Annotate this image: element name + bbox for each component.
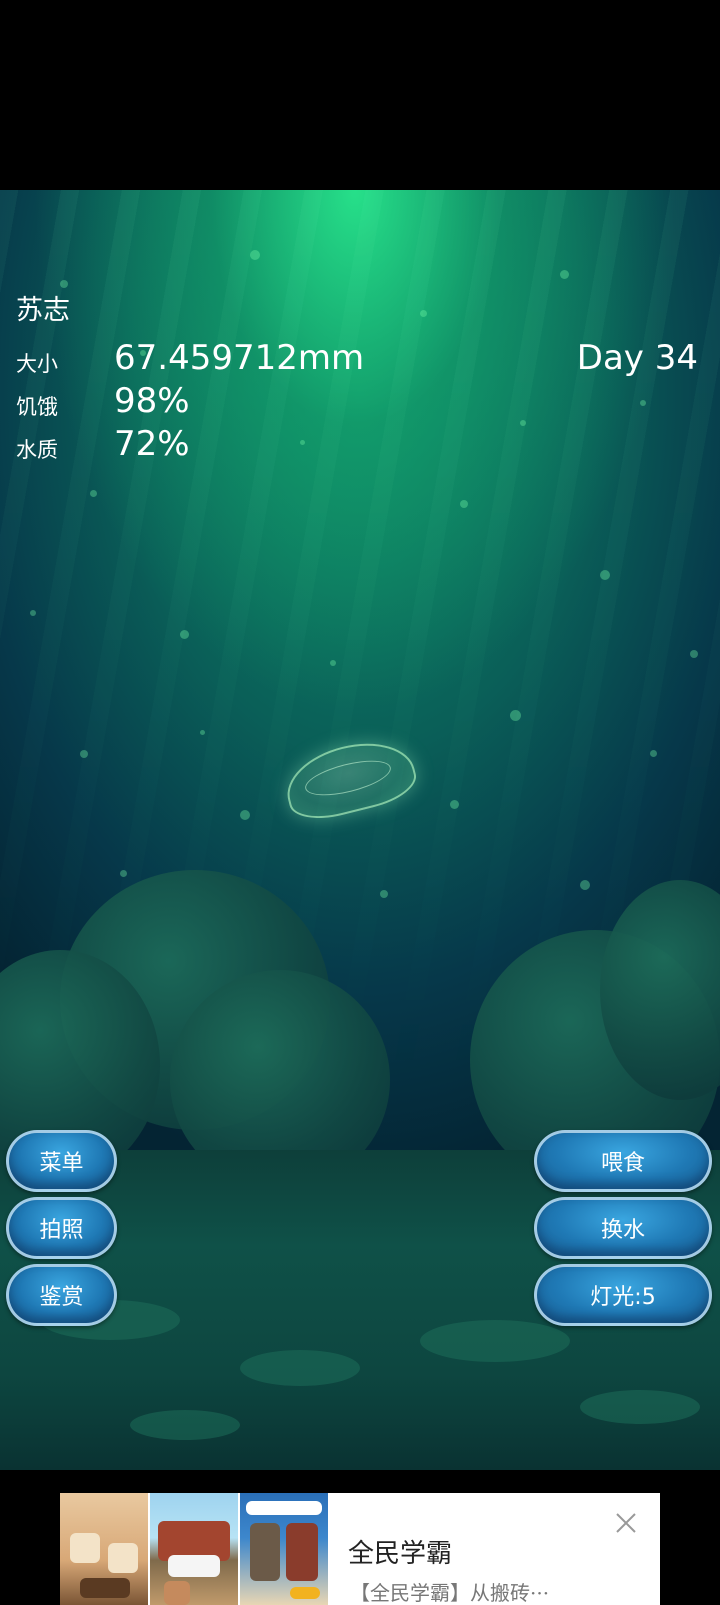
feed-button[interactable]: 喂食	[534, 1130, 712, 1192]
ad-image-figure	[168, 1555, 220, 1577]
bubble	[300, 440, 305, 445]
floor-rock	[130, 1410, 240, 1440]
bubble	[200, 730, 205, 735]
ad-image-figure	[250, 1523, 280, 1581]
bubble	[650, 750, 657, 757]
bubble	[120, 870, 127, 877]
bubble	[90, 490, 97, 497]
stat-label-hunger: 饥饿	[16, 395, 58, 419]
ad-image-figure	[290, 1587, 320, 1599]
bubble	[80, 750, 88, 758]
ad-image	[60, 1493, 148, 1605]
bubble	[600, 570, 610, 580]
photo-button[interactable]: 拍照	[6, 1197, 117, 1259]
day-counter: Day 34	[576, 338, 698, 378]
stat-label-size: 大小	[16, 352, 58, 376]
ad-image-figure	[108, 1543, 138, 1573]
bubble	[580, 880, 590, 890]
stat-value-size: 67.459712mm	[114, 338, 365, 378]
pet-name: 苏志	[16, 295, 70, 326]
ad-image	[150, 1493, 238, 1605]
ad-banner[interactable]: 全民学霸 【全民学霸】从搬砖···	[60, 1493, 660, 1605]
ad-image	[240, 1493, 328, 1605]
floor-rock	[580, 1390, 700, 1424]
bubble	[30, 610, 36, 616]
bubble	[640, 400, 646, 406]
bubble	[240, 810, 250, 820]
stat-value-water: 72%	[114, 424, 190, 464]
ad-image-figure	[70, 1533, 100, 1563]
close-icon[interactable]	[612, 1509, 640, 1537]
bubble	[180, 630, 189, 639]
stat-label-water: 水质	[16, 438, 58, 462]
bubble	[510, 710, 521, 721]
bubble	[560, 270, 569, 279]
bubble	[420, 310, 427, 317]
bubble	[450, 800, 459, 809]
bubble	[520, 420, 526, 426]
ad-image-figure	[164, 1581, 190, 1605]
gallery-button[interactable]: 鉴赏	[6, 1264, 117, 1326]
ad-image-figure	[246, 1501, 322, 1515]
bubble	[460, 500, 468, 508]
floor-rock	[420, 1320, 570, 1362]
floor-rock	[240, 1350, 360, 1386]
light-button[interactable]: 灯光:5	[534, 1264, 712, 1326]
bubble	[60, 280, 68, 288]
change-water-button[interactable]: 换水	[534, 1197, 712, 1259]
status-bar-area	[0, 0, 720, 190]
bubble	[690, 650, 698, 658]
ad-title: 全民学霸	[348, 1539, 453, 1569]
ad-subtitle: 【全民学霸】从搬砖···	[350, 1581, 550, 1605]
bubble	[380, 890, 388, 898]
menu-button[interactable]: 菜单	[6, 1130, 117, 1192]
ad-image-figure	[286, 1523, 318, 1581]
bubble	[330, 660, 336, 666]
ad-image-figure	[80, 1578, 130, 1598]
bubble	[250, 250, 260, 260]
stat-value-hunger: 98%	[114, 381, 190, 421]
